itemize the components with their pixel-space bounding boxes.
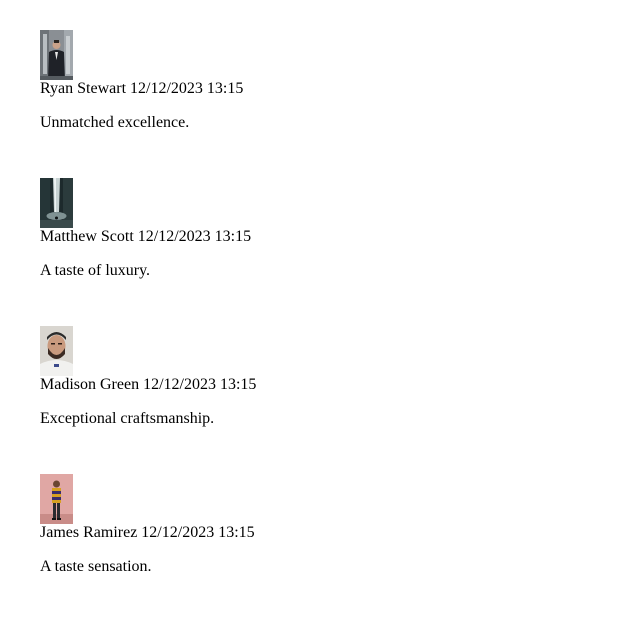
comment-date: 12/12/2023 13:15: [130, 80, 244, 97]
comment-item: Madison Green 12/12/2023 13:15 Exception…: [40, 326, 621, 474]
comment-author: Madison Green: [40, 376, 140, 393]
comment-date: 12/12/2023 13:15: [137, 228, 252, 245]
comment-author: James Ramirez: [40, 524, 138, 541]
comment-meta: Ryan Stewart 12/12/2023 13:15: [40, 80, 621, 98]
comment-author: Matthew Scott: [40, 228, 134, 245]
avatar: [40, 178, 73, 228]
comment-text: A taste sensation.: [40, 558, 152, 575]
comment-text: Exceptional craftsmanship.: [40, 410, 215, 427]
comment-author: Ryan Stewart: [40, 80, 127, 97]
comment-meta: Madison Green 12/12/2023 13:15: [40, 376, 621, 394]
comment-meta: James Ramirez 12/12/2023 13:15: [40, 524, 621, 542]
comment-item: James Ramirez 12/12/2023 13:15 A taste s…: [40, 474, 621, 622]
comment-meta: Matthew Scott 12/12/2023 13:15: [40, 228, 621, 246]
comment-item: Ryan Stewart 12/12/2023 13:15 Unmatched …: [40, 30, 621, 178]
avatar: [40, 326, 73, 376]
comment-text: A taste of luxury.: [40, 262, 151, 279]
comment-list: Ryan Stewart 12/12/2023 13:15 Unmatched …: [0, 0, 621, 622]
comment-date: 12/12/2023 13:15: [141, 524, 255, 541]
comment-date: 12/12/2023 13:15: [143, 376, 257, 393]
comment-item: Matthew Scott 12/12/2023 13:15 A taste o…: [40, 178, 621, 326]
comment-text: Unmatched excellence.: [40, 114, 190, 131]
avatar: [40, 30, 73, 80]
avatar: [40, 474, 73, 524]
